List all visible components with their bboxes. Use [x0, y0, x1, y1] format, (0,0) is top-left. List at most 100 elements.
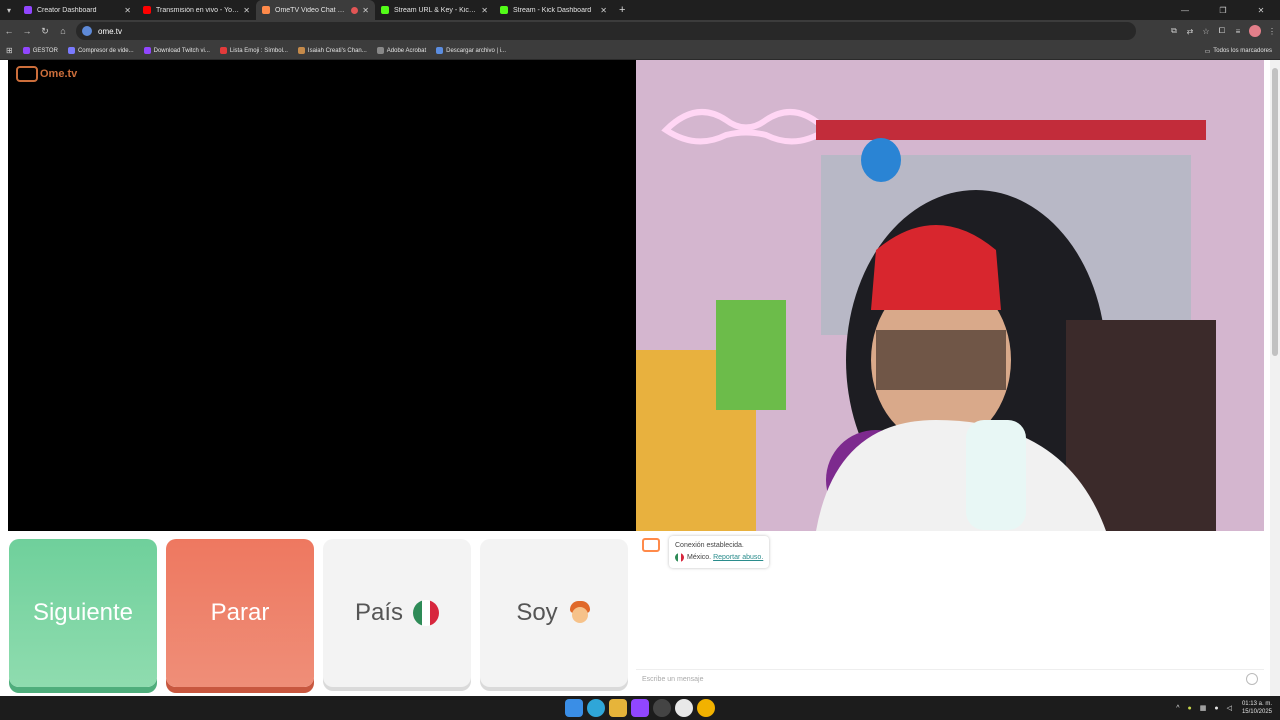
home-icon[interactable]: ⌂	[54, 26, 72, 36]
stop-label: Parar	[210, 599, 270, 626]
tab-youtube-live[interactable]: Transmisión en vivo - YouTube ✕	[137, 0, 256, 20]
ometv-avatar-icon	[642, 538, 660, 552]
minimize-icon[interactable]: —	[1166, 6, 1204, 15]
tab-kick-stream-key[interactable]: Stream URL & Key - Kick Dash ✕	[375, 0, 494, 20]
bookmark-label: Adobe Acrobat	[386, 47, 427, 54]
gender-button[interactable]: Soy	[480, 539, 628, 687]
bookmark-star-icon[interactable]: ☆	[1198, 27, 1214, 36]
emoji-picker-icon[interactable]	[1246, 673, 1258, 685]
clock-date: 15/10/2025	[1241, 709, 1272, 715]
logo-text: Ome.tv	[40, 68, 78, 80]
page-scrollbar[interactable]	[1270, 60, 1280, 696]
twitch-app-icon[interactable]	[631, 699, 649, 717]
webcam-frame-image	[636, 60, 1264, 531]
install-app-icon[interactable]: ⧉	[1166, 26, 1182, 36]
translate-icon[interactable]: ⇄	[1182, 27, 1198, 36]
self-webcam-video	[636, 60, 1264, 531]
bookmark-item[interactable]: GESTOR	[22, 47, 58, 54]
start-icon[interactable]	[565, 699, 583, 717]
partner-country-line: México. Reportar abuso.	[675, 552, 763, 564]
gender-label: Soy	[516, 599, 558, 626]
edge-icon[interactable]	[587, 699, 605, 717]
recording-indicator-icon	[351, 6, 359, 14]
reload-icon[interactable]: ↻	[36, 26, 54, 37]
network-icon[interactable]: ▦	[1200, 704, 1207, 712]
menu-icon[interactable]: ⋮	[1264, 27, 1280, 36]
bookmark-item[interactable]: Isaiah Creati's Chan...	[297, 47, 367, 54]
bookmark-label: Descargar archivo | i...	[446, 47, 507, 54]
bookmark-item[interactable]: Compresor de vide...	[67, 47, 134, 54]
close-window-icon[interactable]: ✕	[1242, 6, 1280, 15]
app-tray-icon[interactable]: ●	[1187, 705, 1191, 712]
window-controls: — ❐ ✕	[1166, 0, 1280, 20]
tab-kick-dashboard[interactable]: Stream - Kick Dashboard ✕	[494, 0, 613, 20]
site-info-icon[interactable]	[82, 26, 92, 36]
folder-icon: ▭	[1204, 48, 1211, 55]
ometv-logo: Ome.tv	[16, 66, 77, 82]
file-explorer-icon[interactable]	[609, 699, 627, 717]
url-input[interactable]: ome.tv	[76, 22, 1136, 40]
volume-icon[interactable]: ◁	[1227, 704, 1232, 712]
close-tab-icon[interactable]: ✕	[124, 6, 131, 15]
clock[interactable]: 01:13 a. m. 15/10/2025	[1242, 700, 1272, 716]
bookmark-favicon-icon	[22, 47, 30, 54]
restore-icon[interactable]: ❐	[1204, 6, 1242, 15]
system-message: Conexión establecida. México. Reportar a…	[669, 536, 770, 568]
close-tab-icon[interactable]: ✕	[362, 6, 369, 15]
tab-ometv[interactable]: OmeTV Video Chat — Ome ✕	[256, 0, 375, 20]
tab-title: Creator Dashboard	[37, 6, 97, 14]
bookmark-item[interactable]: Lista Emoji : Símbol...	[219, 47, 288, 54]
close-tab-icon[interactable]: ✕	[481, 6, 488, 15]
taskbar-apps	[565, 699, 719, 717]
apps-icon[interactable]: ⊞	[6, 46, 13, 55]
obs-icon[interactable]	[653, 699, 671, 717]
close-tab-icon[interactable]: ✕	[243, 6, 250, 15]
bookmark-label: Compresor de vide...	[77, 47, 134, 54]
bookmarks-bar: ⊞ GESTOR Compresor de vide... Download T…	[0, 42, 1280, 60]
system-tray: ^ ● ▦ ● ◁ 01:13 a. m. 15/10/2025	[1168, 696, 1272, 720]
country-button[interactable]: País	[323, 539, 471, 687]
tab-strip: ▾ Creator Dashboard ✕ Transmisión en viv…	[0, 0, 1280, 20]
stop-button[interactable]: Parar	[166, 539, 314, 687]
back-icon[interactable]: ←	[0, 26, 18, 36]
twitch-favicon-icon	[24, 6, 32, 14]
bookmark-favicon-icon	[376, 47, 384, 54]
tab-title: Transmisión en vivo - YouTube	[156, 6, 239, 14]
new-tab-icon[interactable]: +	[619, 4, 625, 16]
forward-icon[interactable]: →	[18, 26, 36, 36]
taskbar: ^ ● ▦ ● ◁ 01:13 a. m. 15/10/2025	[0, 696, 1280, 720]
all-bookmarks[interactable]: ▭ Todos los marcadores	[1205, 42, 1272, 60]
bookmark-item[interactable]: Adobe Acrobat	[376, 47, 427, 54]
kick-favicon-icon	[500, 6, 508, 14]
close-tab-icon[interactable]: ✕	[600, 6, 607, 15]
next-button[interactable]: Siguiente	[9, 539, 157, 687]
chrome-icon[interactable]	[697, 699, 715, 717]
chevron-up-icon[interactable]: ^	[1176, 705, 1179, 712]
bookmark-item[interactable]: Download Twitch vi...	[143, 47, 210, 54]
microphone-icon[interactable]: ●	[1214, 705, 1218, 712]
message-input[interactable]: Escribe un mensaje	[636, 669, 1264, 689]
tab-title: Stream URL & Key - Kick Dash	[394, 6, 477, 14]
all-bookmarks-label: Todos los marcadores	[1213, 48, 1272, 54]
boy-emoji-icon	[568, 601, 592, 625]
ometv-page: Ome.tv Siguiente Parar País Soy Conexión…	[0, 60, 1280, 696]
tab-search-icon[interactable]: ▾	[0, 0, 18, 20]
extensions-icon[interactable]: ⧠	[1214, 26, 1230, 36]
profile-avatar[interactable]	[1249, 25, 1261, 37]
next-label: Siguiente	[32, 599, 134, 626]
bookmark-item[interactable]: Descargar archivo | i...	[436, 47, 506, 54]
tab-creator-dashboard[interactable]: Creator Dashboard ✕	[18, 0, 137, 20]
message-placeholder: Escribe un mensaje	[642, 676, 704, 683]
clock-time: 01:13 a. m.	[1241, 701, 1272, 707]
url-text: ome.tv	[98, 26, 123, 36]
connection-status: Conexión establecida.	[675, 542, 744, 549]
report-abuse-link[interactable]: Reportar abuso.	[713, 554, 763, 561]
bookmark-label: Lista Emoji : Símbol...	[229, 47, 288, 54]
kick-favicon-icon	[381, 6, 389, 14]
scrollbar-thumb[interactable]	[1272, 68, 1278, 356]
music-app-icon[interactable]	[675, 699, 693, 717]
toolbar-actions: ⧉ ⇄ ☆ ⧠ ≡ ⋮	[1166, 20, 1280, 42]
tab-title: OmeTV Video Chat — Ome	[275, 6, 348, 14]
bookmark-favicon-icon	[143, 47, 151, 54]
tab-search-icon[interactable]: ≡	[1230, 27, 1246, 36]
